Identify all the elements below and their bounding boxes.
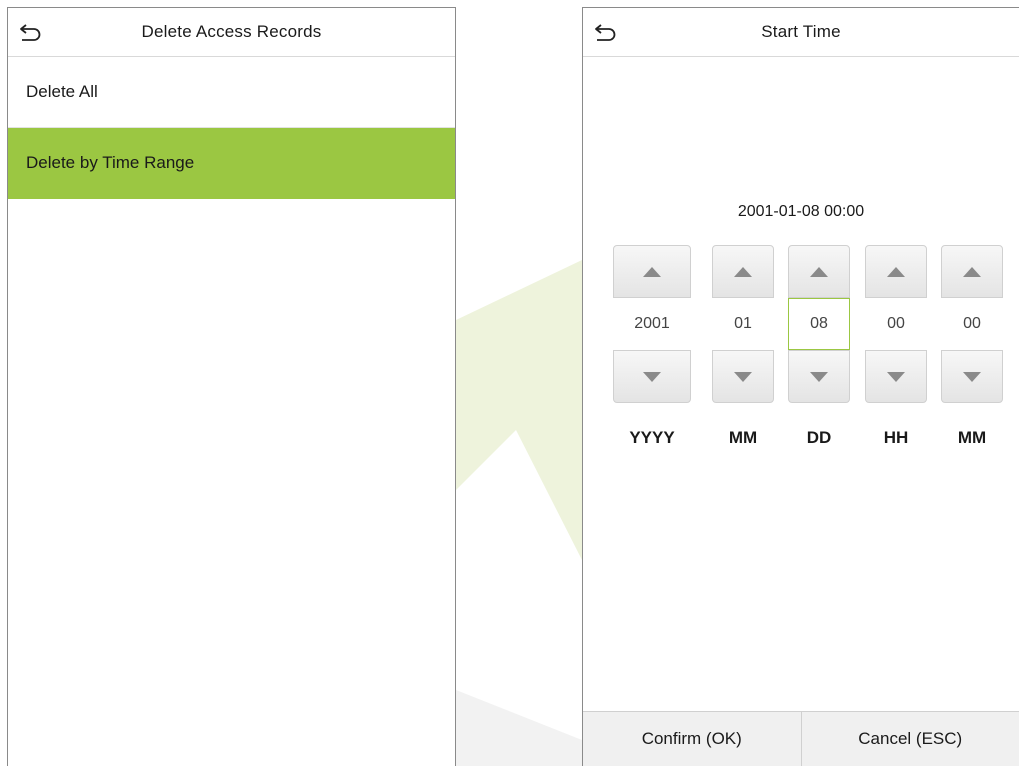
hour-unit-label: HH <box>883 428 909 447</box>
menu-item-label: Delete All <box>26 82 98 101</box>
minute-decrement-button[interactable] <box>941 350 1003 403</box>
dialog-footer: Confirm (OK) Cancel (ESC) <box>583 711 1019 766</box>
year-decrement-button[interactable] <box>613 350 691 403</box>
hour-increment-button[interactable] <box>865 245 927 298</box>
menu-item-delete-all[interactable]: Delete All <box>8 57 455 128</box>
cancel-button[interactable]: Cancel (ESC) <box>800 712 1019 766</box>
back-button[interactable] <box>593 22 619 44</box>
year-unit-label: YYYY <box>629 428 675 447</box>
back-button[interactable] <box>18 22 44 44</box>
page-title: Start Time <box>761 22 841 41</box>
up-arrow-icon <box>734 266 752 277</box>
up-arrow-icon <box>810 266 828 277</box>
year-increment-button[interactable] <box>613 245 691 298</box>
day-increment-button[interactable] <box>788 245 850 298</box>
confirm-button[interactable]: Confirm (OK) <box>583 712 801 766</box>
minute-increment-button[interactable] <box>941 245 1003 298</box>
up-arrow-icon <box>643 266 661 277</box>
watermark-logo <box>456 260 582 766</box>
up-arrow-icon <box>887 266 905 277</box>
selected-datetime: 2001-01-08 00:00 <box>737 203 865 220</box>
month-value[interactable]: 01 <box>712 298 774 350</box>
delete-records-screen: Delete Access Records Delete All Delete … <box>7 7 456 766</box>
minute-spinner: 00 <box>941 245 1003 403</box>
month-increment-button[interactable] <box>712 245 774 298</box>
down-arrow-icon <box>734 371 752 382</box>
back-arrow-icon <box>595 24 616 41</box>
start-time-screen: Start Time 2001-01-08 00:00 2001 01 08 0… <box>582 7 1019 766</box>
down-arrow-icon <box>963 371 981 382</box>
year-spinner: 2001 <box>613 245 691 403</box>
screen-header: Start Time <box>583 8 1019 57</box>
menu-item-delete-by-time-range[interactable]: Delete by Time Range <box>8 128 455 199</box>
day-value[interactable]: 08 <box>788 298 850 350</box>
day-decrement-button[interactable] <box>788 350 850 403</box>
month-decrement-button[interactable] <box>712 350 774 403</box>
hour-value[interactable]: 00 <box>865 298 927 350</box>
day-spinner: 08 <box>788 245 850 403</box>
screen-header: Delete Access Records <box>8 8 455 57</box>
down-arrow-icon <box>887 371 905 382</box>
hour-decrement-button[interactable] <box>865 350 927 403</box>
up-arrow-icon <box>963 266 981 277</box>
minute-value[interactable]: 00 <box>941 298 1003 350</box>
month-spinner: 01 <box>712 245 774 403</box>
menu-item-label: Delete by Time Range <box>26 153 195 172</box>
minute-unit-label: MM <box>957 428 987 447</box>
month-unit-label: MM <box>728 428 758 447</box>
back-arrow-icon <box>20 24 41 41</box>
down-arrow-icon <box>643 371 661 382</box>
down-arrow-icon <box>810 371 828 382</box>
year-value[interactable]: 2001 <box>613 298 691 350</box>
page-title: Delete Access Records <box>141 22 322 41</box>
hour-spinner: 00 <box>865 245 927 403</box>
day-unit-label: DD <box>806 428 832 447</box>
